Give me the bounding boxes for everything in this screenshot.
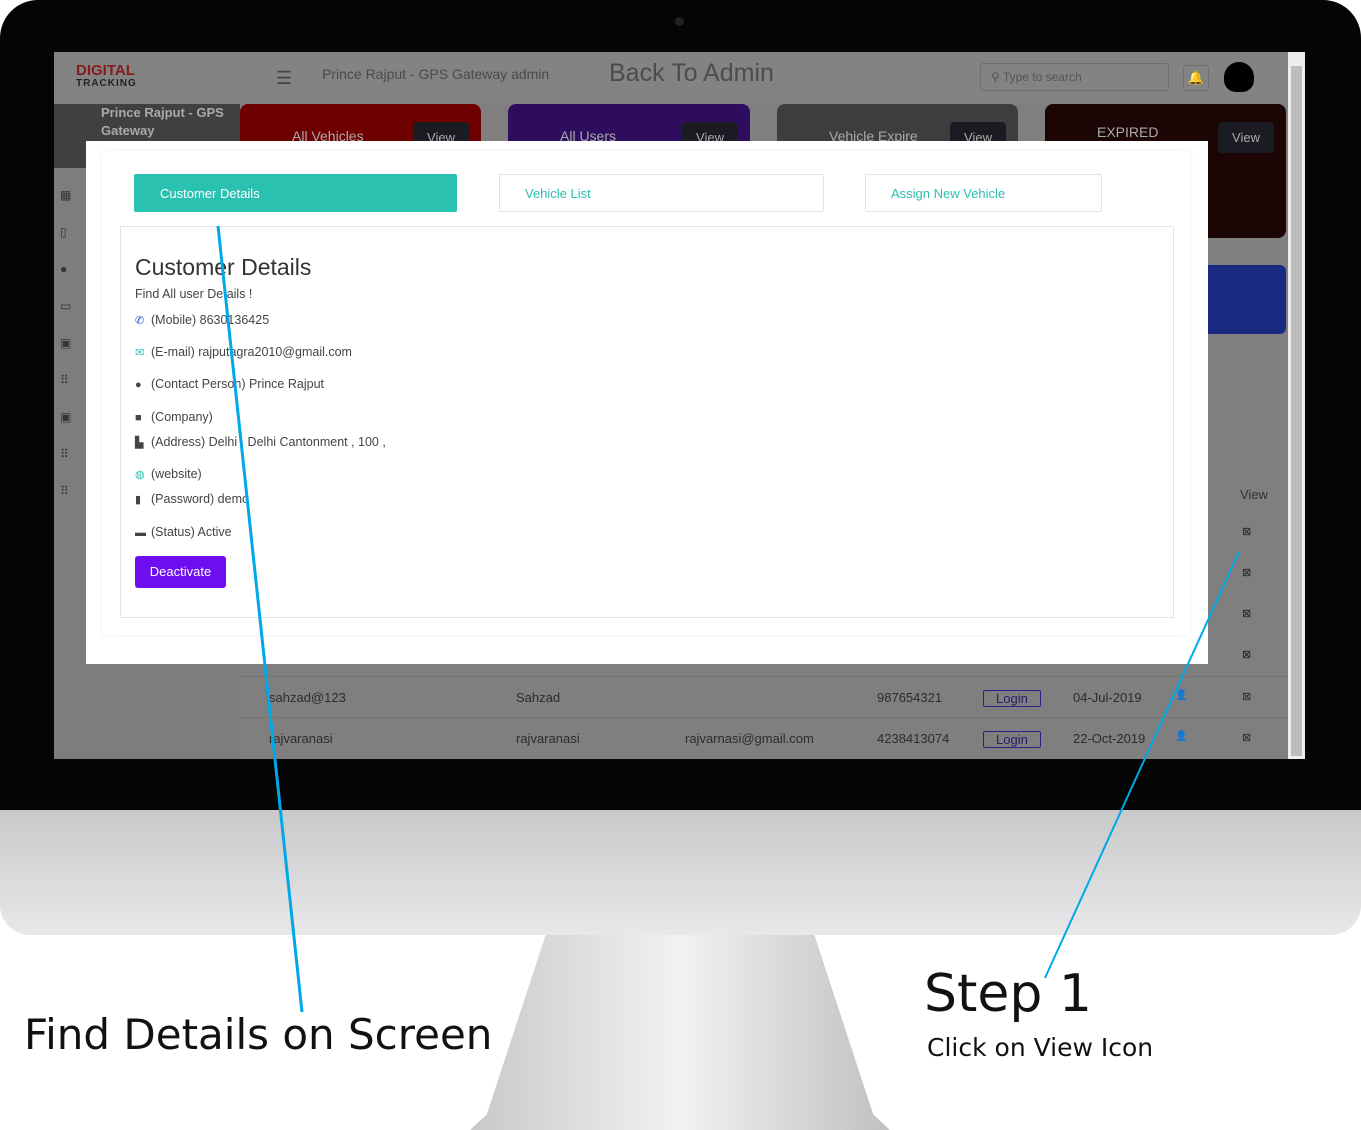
annotation-step: Step 1 [924, 964, 1093, 1024]
annotation-find-details: Find Details on Screen [24, 1010, 493, 1059]
pointer-line-details [216, 225, 304, 1013]
annotation-step-sub: Click on View Icon [927, 1033, 1154, 1062]
annotation-lines [216, 225, 1240, 1013]
pointer-line-step [1044, 551, 1240, 979]
